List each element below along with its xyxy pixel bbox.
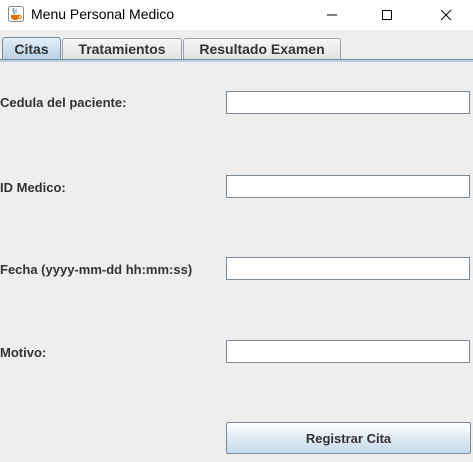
maximize-button[interactable] bbox=[364, 0, 410, 30]
cedula-input[interactable] bbox=[226, 91, 470, 114]
cedula-label: Cedula del paciente: bbox=[0, 95, 127, 110]
motivo-input[interactable] bbox=[226, 340, 470, 363]
close-button[interactable] bbox=[423, 0, 469, 30]
window-title: Menu Personal Medico bbox=[31, 6, 175, 22]
close-icon bbox=[440, 9, 452, 21]
id-medico-input[interactable] bbox=[226, 175, 470, 198]
tab-strip: Citas Tratamientos Resultado Examen bbox=[0, 36, 473, 60]
motivo-label: Motivo: bbox=[0, 345, 47, 360]
minimize-button[interactable] bbox=[309, 0, 355, 30]
tab-tratamientos[interactable]: Tratamientos bbox=[62, 38, 182, 59]
tab-content-border bbox=[0, 59, 473, 62]
title-bar: Menu Personal Medico bbox=[0, 0, 473, 30]
java-cup-icon bbox=[8, 6, 24, 22]
maximize-icon bbox=[382, 10, 392, 20]
fecha-input[interactable] bbox=[226, 257, 470, 280]
fecha-label: Fecha (yyyy-mm-dd hh:mm:ss) bbox=[0, 262, 193, 277]
id-medico-label: ID Medico: bbox=[0, 180, 66, 195]
tab-resultado-examen[interactable]: Resultado Examen bbox=[183, 38, 341, 59]
registrar-cita-button[interactable]: Registrar Cita bbox=[226, 422, 471, 454]
tab-citas[interactable]: Citas bbox=[2, 37, 61, 60]
minimize-icon bbox=[327, 14, 337, 16]
